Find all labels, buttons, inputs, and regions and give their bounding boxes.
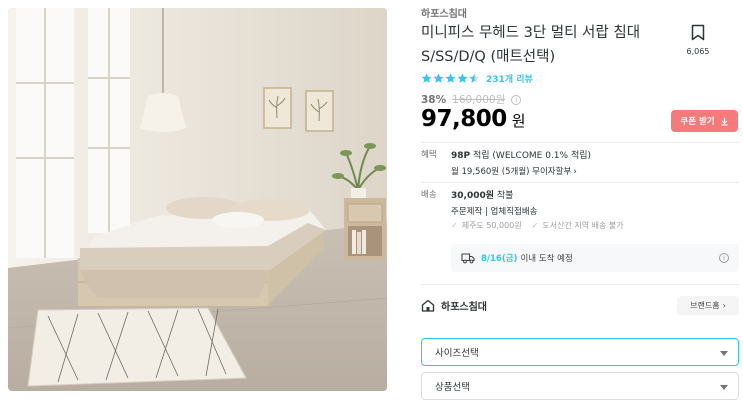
sale-price: 97,800 [421, 106, 507, 132]
coupon-download-button[interactable]: 쿠폰 받기 [671, 110, 738, 132]
review-count-link[interactable]: 231개 리뷰 [486, 72, 533, 85]
divider [421, 142, 739, 143]
price-row: 97,800 원 [421, 106, 526, 132]
chevron-right-icon: › [722, 301, 726, 310]
bookmark-icon [691, 24, 705, 41]
bedroom-photo [8, 8, 387, 391]
shipping-notes: 제주도 50,000원 도서산간 지역 배송 불가 [451, 220, 624, 231]
installment-link[interactable]: 월 19,560원 (5개월) 무이자할부 › [451, 165, 577, 177]
shipping-fee: 30,000원 착불 [451, 188, 513, 201]
shipping-fee-suffix: 착불 [496, 191, 514, 201]
discount-rate: 38% [421, 93, 447, 106]
divider [421, 182, 739, 183]
product-info-panel: 하포스침대 미니피스 무헤드 3단 멀티 서랍 침대 S/SS/D/Q (매트선… [421, 0, 739, 405]
shop-row: 하포스침대 브랜드홈 › [421, 294, 739, 316]
caret-down-icon [720, 351, 728, 356]
shipping-note-jeju: 제주도 50,000원 [451, 220, 522, 231]
scrap-button[interactable]: 6,065 [683, 24, 713, 56]
original-price: 160,000원 [452, 94, 506, 106]
scrap-count: 6,065 [686, 47, 710, 56]
shipping-fee-value: 30,000원 [451, 191, 495, 201]
info-icon[interactable]: i [719, 253, 729, 263]
product-title: 미니피스 무헤드 3단 멀티 서랍 침대 S/SS/D/Q (매트선택) [421, 25, 641, 65]
product-image[interactable] [8, 8, 387, 391]
benefit-points: 98P 적립 (WELCOME 0.1% 적립) [451, 148, 591, 161]
shop-name[interactable]: 하포스침대 [441, 298, 487, 313]
points-detail: 적립 (WELCOME 0.1% 적립) [473, 151, 592, 161]
price-unit: 원 [511, 112, 526, 130]
brand-home-label: 브랜드홈 [690, 301, 720, 310]
truck-icon [461, 253, 475, 264]
star-icon [445, 73, 456, 83]
divider [421, 284, 739, 285]
arrival-suffix: 이내 도착 예정 [520, 254, 573, 264]
installment-text: 월 19,560원 (5개월) 무이자할부 [451, 167, 572, 177]
discount-row: 38% 160,000원 i [421, 92, 522, 107]
star-icon [433, 73, 444, 83]
download-icon [720, 117, 728, 126]
star-icon [457, 73, 468, 83]
size-select[interactable]: 사이즈선택 [421, 338, 739, 366]
shipping-method: 주문제작 | 업체직접배송 [451, 207, 538, 217]
shipping-label: 배송 [421, 190, 437, 200]
shipping-note-remote: 도서산간 지역 배송 불가 [532, 220, 623, 231]
size-select-placeholder: 사이즈선택 [435, 348, 479, 359]
product-select[interactable]: 상품선택 [421, 372, 739, 400]
arrival-date: 8/16(금) [481, 254, 518, 264]
chevron-right-icon: › [573, 167, 577, 177]
star-icon [421, 73, 432, 83]
points-value: 98P [451, 151, 471, 161]
coupon-label: 쿠폰 받기 [680, 117, 715, 127]
caret-down-icon [720, 385, 728, 390]
brand-link[interactable]: 하포스침대 [421, 5, 467, 20]
rating[interactable]: 231개 리뷰 [421, 72, 533, 85]
product-select-placeholder: 상품선택 [435, 382, 470, 393]
house-icon [421, 299, 435, 312]
info-icon[interactable]: i [511, 94, 522, 105]
star-half-icon [469, 73, 480, 83]
benefit-label: 혜택 [421, 150, 437, 160]
brand-home-button[interactable]: 브랜드홈 › [677, 296, 739, 315]
delivery-estimate: 8/16(금) 이내 도착 예정 i [451, 244, 739, 272]
